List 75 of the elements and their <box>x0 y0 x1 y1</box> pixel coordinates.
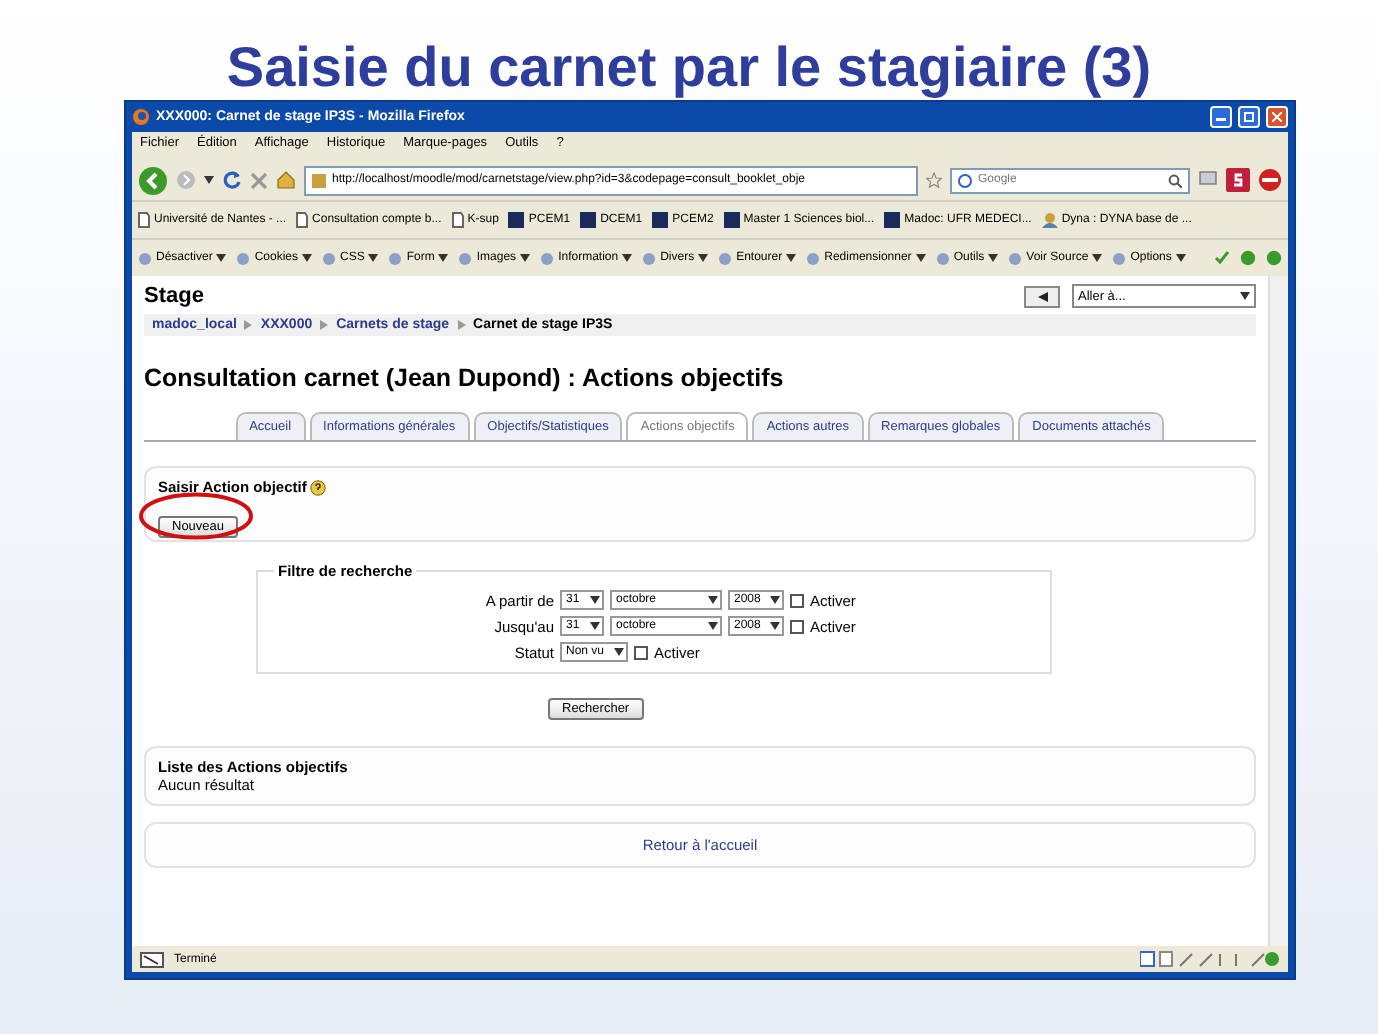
circle-icon <box>1112 251 1127 265</box>
site-icon <box>723 212 740 228</box>
caret-icon <box>204 176 214 184</box>
circle-icon <box>388 251 403 265</box>
separator-icon <box>244 320 253 330</box>
caret-icon <box>1240 292 1250 300</box>
minimize-icon <box>1216 112 1226 122</box>
search-engine-icon <box>958 173 972 187</box>
back-icon[interactable] <box>138 165 168 195</box>
close-button[interactable] <box>1266 106 1288 128</box>
caret-icon <box>786 254 797 262</box>
site-title: Stage <box>144 284 206 308</box>
circle-icon <box>718 251 733 265</box>
circle-icon <box>935 251 950 265</box>
previous-button[interactable] <box>1024 285 1060 307</box>
site-icon <box>508 212 525 228</box>
circle-icon <box>642 251 657 265</box>
slide-title: Saisie du carnet par le stagiaire (3) <box>224 34 1154 100</box>
caret-icon <box>1092 254 1103 262</box>
caret-icon <box>520 254 531 262</box>
page-icon <box>296 212 309 228</box>
caret-icon <box>770 622 780 630</box>
status-icons-drawing <box>1140 950 1280 968</box>
caret-icon <box>770 596 780 604</box>
ad-block-icon[interactable] <box>1258 168 1282 192</box>
left-arrow-icon <box>1037 291 1047 301</box>
extension-icon[interactable] <box>1226 168 1250 192</box>
site-icon <box>580 212 597 228</box>
caret-icon <box>698 254 709 262</box>
site-icon <box>652 212 669 228</box>
circle-icon <box>236 251 251 265</box>
caret-icon <box>622 254 633 262</box>
checkbox[interactable] <box>790 619 804 633</box>
check-icon <box>1214 250 1230 266</box>
site-icon <box>312 173 326 187</box>
caret-icon <box>590 596 600 604</box>
screen-icon[interactable] <box>1198 170 1218 190</box>
minimize-button[interactable] <box>1210 106 1232 128</box>
caret-icon <box>988 254 999 262</box>
checkbox[interactable] <box>634 645 648 659</box>
maximize-icon <box>1244 112 1254 122</box>
circle-icon <box>138 251 152 265</box>
status-icon <box>140 951 164 967</box>
caret-icon <box>590 622 600 630</box>
scrollbar[interactable] <box>1268 276 1288 946</box>
home-icon[interactable] <box>276 170 296 190</box>
circle-icon <box>540 251 555 265</box>
maximize-button[interactable] <box>1238 106 1260 128</box>
separator-icon <box>320 320 329 330</box>
caret-icon <box>1175 254 1186 262</box>
circle-icon <box>806 251 821 265</box>
circle-icon <box>1008 251 1023 265</box>
circle-icon <box>458 251 473 265</box>
star-icon[interactable] <box>926 172 942 188</box>
caret-icon <box>368 254 379 262</box>
separator-icon <box>457 320 466 330</box>
reload-icon[interactable] <box>222 170 242 190</box>
page-icon <box>451 212 464 228</box>
browser-logo-icon <box>132 108 150 126</box>
search-icon[interactable] <box>1168 173 1182 187</box>
caret-icon <box>302 254 313 262</box>
page-icon <box>138 212 150 228</box>
caret-icon <box>708 596 718 604</box>
close-icon <box>1272 112 1282 122</box>
help-icon[interactable] <box>310 479 327 495</box>
caret-icon <box>614 648 624 656</box>
people-icon <box>1041 212 1058 228</box>
page-heading: Consultation carnet (Jean Dupond) : Actions objectifs <box>144 364 786 392</box>
circle-icon <box>322 251 337 265</box>
checkbox[interactable] <box>790 593 804 607</box>
caret-icon <box>438 254 449 262</box>
site-icon <box>884 212 901 228</box>
caret-icon <box>708 622 718 630</box>
caret-icon <box>915 254 926 262</box>
caret-icon <box>216 254 227 262</box>
